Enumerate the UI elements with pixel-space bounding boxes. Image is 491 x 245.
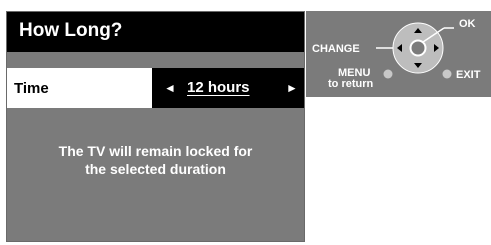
time-value: 12 hours: [187, 79, 250, 96]
how-long-dialog: How Long? Time ◄ 12 hours ► The TV will …: [6, 11, 305, 242]
time-label-box: Time: [7, 68, 152, 108]
lock-message: The TV will remain locked for the select…: [7, 142, 304, 178]
change-label: CHANGE: [312, 43, 360, 55]
message-line-1: The TV will remain locked for: [58, 143, 253, 159]
remote-help-panel: OK CHANGE MENU to return EXIT: [306, 11, 491, 97]
ok-button-icon: [409, 39, 427, 57]
message-line-2: the selected duration: [85, 161, 226, 177]
time-value-selector[interactable]: ◄ 12 hours ►: [152, 68, 304, 108]
menu-button-icon: [383, 69, 393, 79]
exit-label: EXIT: [456, 69, 481, 81]
time-setting-row[interactable]: Time ◄ 12 hours ►: [7, 68, 304, 108]
to-return-label: to return: [328, 78, 374, 90]
dialog-title: How Long?: [19, 20, 123, 41]
right-arrow-icon[interactable]: ►: [286, 81, 298, 95]
title-bar: How Long?: [7, 12, 304, 52]
time-label: Time: [14, 80, 49, 97]
ok-label: OK: [459, 18, 476, 30]
left-arrow-icon[interactable]: ◄: [164, 81, 176, 95]
exit-button-icon: [442, 69, 452, 79]
